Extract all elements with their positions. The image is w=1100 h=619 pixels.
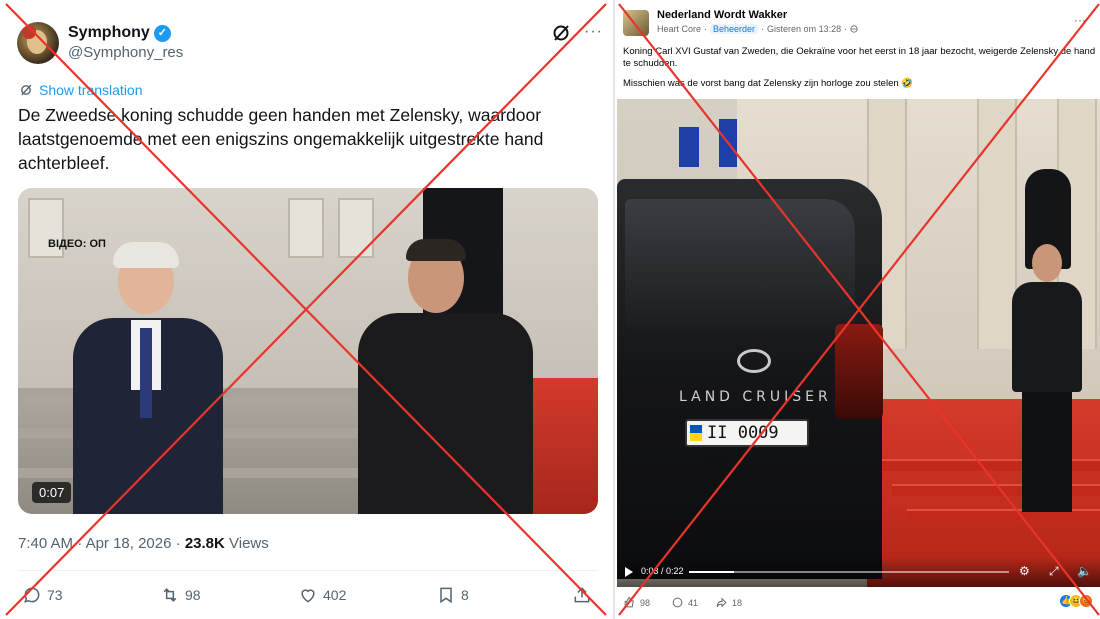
reply-count: 73 xyxy=(47,587,63,603)
post-text-1: Koning Carl XVI Gustaf van Zweden, die O… xyxy=(623,46,1096,69)
repost-count: 98 xyxy=(185,587,201,603)
admin-badge: Beheerder xyxy=(710,24,759,34)
grok-small-icon xyxy=(21,84,32,96)
bookmark-count: 8 xyxy=(461,587,469,603)
eu-flag xyxy=(679,127,699,167)
share-button[interactable] xyxy=(572,585,592,605)
tweet-text: De Zweedse koning schudde geen handen me… xyxy=(18,105,544,173)
page-avatar[interactable] xyxy=(623,10,649,36)
license-plate: II 0009 CO xyxy=(685,419,809,467)
author-handle[interactable]: @Symphony_res xyxy=(68,44,183,61)
fb-actions: 98 41 18 👍 😆 😡 xyxy=(623,594,1098,612)
settings-gear-icon[interactable]: ⚙ xyxy=(1019,564,1030,578)
verified-badge-icon: ✓ xyxy=(153,24,171,42)
author-name[interactable]: Symphony ✓ xyxy=(68,24,171,42)
page-name[interactable]: Nederland Wordt Wakker xyxy=(657,9,787,21)
views-label: Views xyxy=(229,535,269,552)
play-icon[interactable] xyxy=(625,567,633,577)
mute-icon[interactable]: 🔈 xyxy=(1077,564,1092,578)
tweet-time[interactable]: 7:40 AM xyxy=(18,535,73,552)
views-count: 23.8K xyxy=(184,535,225,552)
reply-button[interactable]: 73 xyxy=(22,585,63,605)
toyota-logo-icon xyxy=(737,349,771,373)
show-translation-link[interactable]: Show translation xyxy=(19,82,143,98)
comments-count: 41 xyxy=(688,597,699,608)
post-text-2: Misschien was de vorst bang dat Zelensky… xyxy=(623,78,914,89)
video-progress-bar[interactable] xyxy=(689,571,1009,573)
license-plate-text: II 0009 CO xyxy=(707,423,779,467)
author-name-text[interactable]: Symphony xyxy=(68,24,150,42)
bookmark-icon xyxy=(440,587,452,604)
tweet-date[interactable]: Apr 18, 2026 xyxy=(86,535,172,552)
like-button[interactable]: 98 xyxy=(623,596,650,609)
divider xyxy=(18,570,598,571)
reaction-icons[interactable]: 👍 😆 😡 xyxy=(1059,594,1093,608)
tweet-video[interactable]: ВІДЕО: ОП 0:07 xyxy=(18,188,598,514)
ukraine-flag-icon xyxy=(690,425,702,441)
zelensky-figure xyxy=(1007,244,1087,514)
post-byline: Heart Core · Beheerder · Gisteren om 13:… xyxy=(657,24,858,34)
heart-icon xyxy=(301,589,315,603)
video-progress-fill xyxy=(689,571,734,573)
share-button[interactable]: 18 xyxy=(715,596,742,609)
shares-count: 18 xyxy=(732,597,743,608)
video-source-label: ВІДЕО: ОП xyxy=(48,238,106,250)
fullscreen-icon[interactable]: ⤢ xyxy=(1049,564,1059,579)
repost-button[interactable]: 98 xyxy=(160,585,201,605)
share-arrow-icon xyxy=(716,597,727,608)
post-author[interactable]: Heart Core xyxy=(657,24,701,34)
reactions-count: 98 xyxy=(640,597,651,608)
share-icon xyxy=(574,587,590,603)
repost-icon xyxy=(163,588,177,602)
tweet-meta: 7:40 AM · Apr 18, 2026 · 23.8K Views xyxy=(18,535,269,552)
grok-icon[interactable] xyxy=(551,23,571,49)
car-brand-text: LAND CRUISER xyxy=(679,389,832,405)
x-post: Symphony ✓ @Symphony_res ··· Show transl… xyxy=(0,0,610,619)
globe-icon xyxy=(850,25,858,33)
thumbs-up-icon xyxy=(624,597,634,608)
facebook-post: Nederland Wordt Wakker Heart Core · Behe… xyxy=(613,0,1100,619)
angry-reaction-icon: 😡 xyxy=(1079,594,1093,608)
comment-button[interactable]: 41 xyxy=(671,596,698,609)
profile-avatar[interactable] xyxy=(17,22,59,64)
like-count: 402 xyxy=(323,587,347,603)
comment-icon xyxy=(672,597,683,608)
post-timestamp[interactable]: Gisteren om 13:28 xyxy=(767,24,841,34)
more-options-icon[interactable]: ··· xyxy=(584,23,603,41)
tweet-actions: 73 98 402 8 xyxy=(22,585,597,609)
land-cruiser-car: LAND CRUISER II 0009 CO xyxy=(617,179,883,579)
show-translation-label[interactable]: Show translation xyxy=(39,82,143,98)
king-figure xyxy=(73,242,223,514)
video-controls: 0:03 / 0:22 ⚙ ⤢ 🔈 xyxy=(617,557,1100,587)
zelensky-figure xyxy=(358,239,533,514)
like-button[interactable]: 402 xyxy=(298,585,346,605)
video-duration: 0:07 xyxy=(32,482,72,503)
video-timecode: 0:03 / 0:22 xyxy=(641,566,684,576)
more-options-icon[interactable]: ··· xyxy=(1074,13,1086,27)
bookmark-button[interactable]: 8 xyxy=(436,585,469,605)
reply-icon xyxy=(24,587,40,603)
fb-video[interactable]: LAND CRUISER II 0009 CO 0:03 / 0:22 ⚙ ⤢ … xyxy=(617,99,1100,587)
eu-flag xyxy=(719,119,737,167)
